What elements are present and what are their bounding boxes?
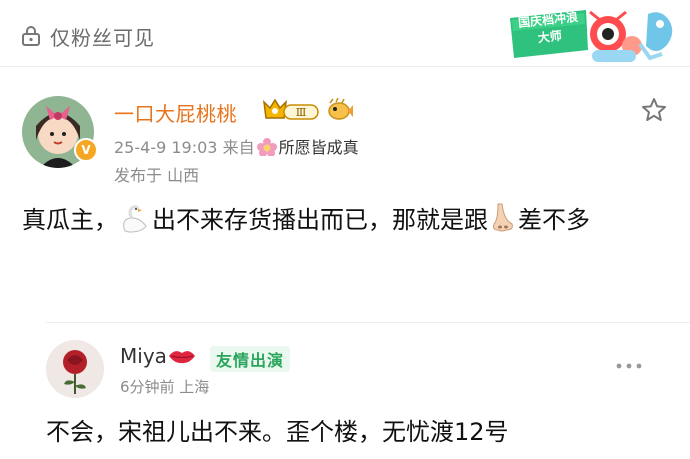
post-body: 真瓜主， 出不来存货播出而已，那就是跟 差不多 — [22, 200, 662, 240]
post-body-part1: 真瓜主， — [22, 206, 118, 234]
post-time: 25-4-9 19:03 — [114, 138, 218, 157]
lock-icon — [22, 26, 40, 46]
lips-icon — [168, 351, 195, 364]
username[interactable]: 一口大屁桃桃 — [114, 98, 237, 127]
nose-emoji — [493, 203, 513, 232]
post-meta: 25-4-9 19:03 来自 所愿皆成真 — [114, 134, 359, 158]
post-body-part3: 差不多 — [518, 206, 590, 234]
visibility-label: 仅粉丝可见 — [50, 26, 155, 50]
flower-icon — [256, 138, 277, 156]
reply-avatar[interactable] — [46, 340, 104, 398]
swan-emoji — [123, 205, 147, 233]
top-bar: 仅粉丝可见 国庆档冲浪大师 — [0, 0, 690, 67]
source-link[interactable]: 所愿皆成真 — [279, 138, 359, 157]
reply-body: 不会，宋祖儿出不来。歪个楼，无忧渡12号 — [46, 418, 509, 446]
reply-username-row[interactable]: Miya — [120, 344, 197, 368]
fish-icon — [328, 97, 353, 120]
friend-tag: 友情出演 — [210, 346, 291, 372]
promo-text: 国庆档冲浪大师 — [517, 9, 579, 46]
post-body-part2: 出不来存货播出而已，那就是跟 — [152, 206, 488, 234]
reply-username[interactable]: Miya — [120, 344, 167, 368]
crown-level-badge-icon: Ⅲ — [262, 98, 319, 120]
promo-banner[interactable]: 国庆档冲浪大师 — [508, 4, 684, 66]
verified-badge: V — [74, 138, 98, 162]
more-dots-icon[interactable] — [614, 360, 644, 372]
star-icon[interactable] — [640, 96, 668, 124]
level-badge-text: Ⅲ — [296, 106, 307, 119]
comment-divider — [46, 322, 690, 323]
post-location: 发布于 山西 — [114, 166, 200, 185]
from-label: 来自 — [222, 138, 255, 157]
reply-meta: 6分钟前 上海 — [120, 378, 210, 396]
